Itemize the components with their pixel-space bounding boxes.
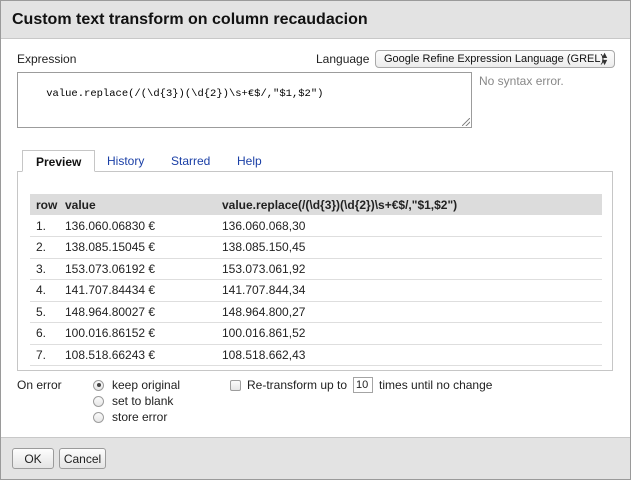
cancel-button[interactable]: Cancel <box>59 448 106 469</box>
row-result: 100.016.861,52 <box>216 322 602 345</box>
on-error-label: On error <box>17 378 62 392</box>
table-row: 2. 138.085.15045 € 138.085.150,45 <box>30 236 602 259</box>
row-value: 100.016.86152 € <box>59 322 216 345</box>
preview-table: row value value.replace(/(\d{3})(\d{2})\… <box>30 194 602 366</box>
radio-store-error[interactable]: store error <box>93 410 167 424</box>
preview-panel: row value value.replace(/(\d{3})(\d{2})\… <box>17 171 613 371</box>
row-value: 153.073.06192 € <box>59 258 216 280</box>
tab-help[interactable]: Help <box>224 150 275 172</box>
radio-set-to-blank-label: set to blank <box>112 394 174 408</box>
table-row: 7. 108.518.66243 € 108.518.662,43 <box>30 344 602 366</box>
row-value: 148.964.80027 € <box>59 301 216 323</box>
row-number: 5. <box>30 301 59 323</box>
row-number: 7. <box>30 344 59 366</box>
tab-starred-label: Starred <box>171 154 211 168</box>
row-number: 2. <box>30 236 59 259</box>
table-row: 1. 136.060.06830 € 136.060.068,30 <box>30 215 602 237</box>
row-number: 4. <box>30 279 59 302</box>
expression-label: Expression <box>17 52 77 66</box>
column-header-result: value.replace(/(\d{3})(\d{2})\s+€$/,"$1,… <box>216 194 602 215</box>
tab-preview-label: Preview <box>36 155 82 169</box>
retransform-suffix: times until no change <box>379 378 493 392</box>
language-selected-value: Google Refine Expression Language (GREL) <box>384 53 605 65</box>
table-row: 4. 141.707.84434 € 141.707.844,34 <box>30 279 602 302</box>
retransform-checkbox[interactable] <box>230 379 241 391</box>
language-select[interactable]: Google Refine Expression Language (GREL)… <box>375 50 615 68</box>
row-number: 1. <box>30 215 59 237</box>
tab-starred[interactable]: Starred <box>158 150 223 172</box>
tab-preview[interactable]: Preview <box>22 150 96 172</box>
row-number: 6. <box>30 322 59 345</box>
row-result: 148.964.800,27 <box>216 301 602 323</box>
dialog-title: Custom text transform on column recaudac… <box>12 11 368 28</box>
column-header-value: value <box>59 194 216 215</box>
language-label: Language <box>316 52 370 66</box>
tab-history[interactable]: History <box>94 150 157 172</box>
radio-keep-original-label: keep original <box>112 378 181 392</box>
ok-button[interactable]: OK <box>12 448 54 469</box>
radio-set-to-blank[interactable]: set to blank <box>93 394 173 408</box>
tab-history-label: History <box>107 154 145 168</box>
expression-input[interactable]: value.replace(/(\d{3})(\d{2})\s+€$/,"$1,… <box>17 72 472 128</box>
resize-grip-icon[interactable] <box>462 118 470 126</box>
row-result: 153.073.061,92 <box>216 258 602 280</box>
transform-dialog: Custom text transform on column recaudac… <box>0 0 631 480</box>
row-result: 136.060.068,30 <box>216 215 602 237</box>
retransform-prefix: Re-transform up to <box>247 378 348 392</box>
row-number: 3. <box>30 258 59 280</box>
tab-help-label: Help <box>237 154 262 168</box>
row-result: 108.518.662,43 <box>216 344 602 366</box>
expression-text: value.replace(/(\d{3})(\d{2})\s+€$/,"$1,… <box>46 88 324 100</box>
table-row: 6. 100.016.86152 € 100.016.861,52 <box>30 322 602 345</box>
row-value: 141.707.84434 € <box>59 279 216 302</box>
row-value: 138.085.15045 € <box>59 236 216 259</box>
radio-button[interactable] <box>93 395 104 407</box>
retransform-times-input[interactable]: 10 <box>353 377 374 393</box>
dialog-footer: OK Cancel <box>1 437 630 479</box>
column-header-row: row <box>30 194 59 215</box>
radio-store-error-label: store error <box>112 410 168 424</box>
select-arrows-icon: ▲ ▼ <box>600 50 609 67</box>
row-result: 138.085.150,45 <box>216 236 602 259</box>
table-header-row: row value value.replace(/(\d{3})(\d{2})\… <box>30 194 602 215</box>
radio-button-checked[interactable] <box>93 379 104 391</box>
syntax-status: No syntax error. <box>479 74 564 88</box>
dialog-titlebar[interactable]: Custom text transform on column recaudac… <box>1 1 630 39</box>
retransform-option: Re-transform up to 10 times until no cha… <box>230 377 492 393</box>
radio-button[interactable] <box>93 411 104 423</box>
row-value: 136.060.06830 € <box>59 215 216 237</box>
row-value: 108.518.66243 € <box>59 344 216 366</box>
table-row: 5. 148.964.80027 € 148.964.800,27 <box>30 301 602 323</box>
table-row: 3. 153.073.06192 € 153.073.061,92 <box>30 258 602 280</box>
row-result: 141.707.844,34 <box>216 279 602 302</box>
radio-keep-original[interactable]: keep original <box>93 378 180 392</box>
